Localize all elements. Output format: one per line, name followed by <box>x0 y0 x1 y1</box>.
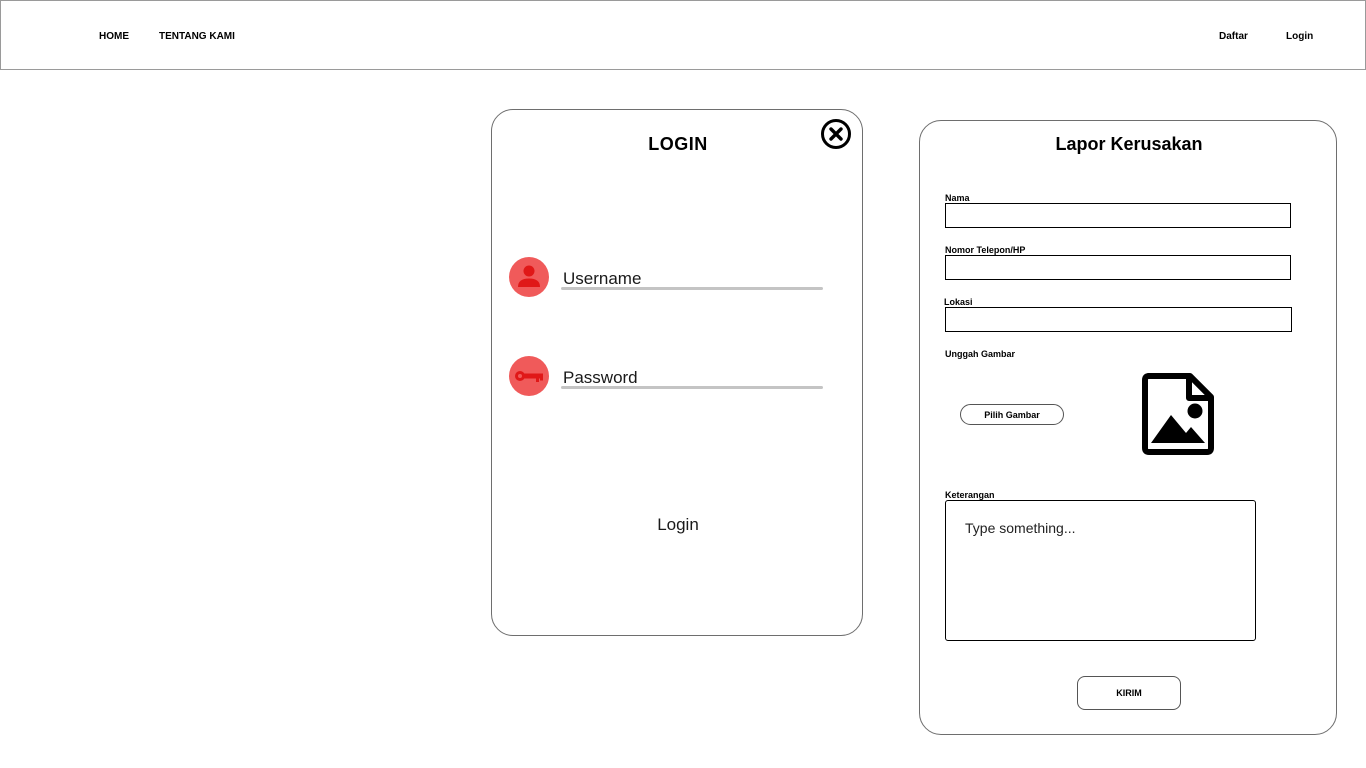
nav-register-link[interactable]: Daftar <box>1219 31 1248 42</box>
nav-about-link[interactable]: TENTANG KAMI <box>159 31 235 42</box>
close-button[interactable] <box>820 118 852 150</box>
close-icon <box>821 119 851 149</box>
submit-report-button[interactable]: KIRIM <box>1077 676 1181 710</box>
user-icon <box>509 257 549 297</box>
phone-field[interactable] <box>945 255 1291 280</box>
location-field[interactable] <box>945 307 1292 332</box>
name-field[interactable] <box>945 203 1291 228</box>
damage-report-form: Lapor Kerusakan Nama Nomor Telepon/HP Lo… <box>919 120 1337 735</box>
password-row <box>509 356 829 398</box>
phone-label: Nomor Telepon/HP <box>945 245 1026 255</box>
report-title: Lapor Kerusakan <box>1055 134 1203 154</box>
login-dialog: LOGIN Username Login <box>491 109 863 636</box>
name-label: Nama <box>945 193 970 203</box>
pick-image-button[interactable]: Pilih Gambar <box>960 404 1064 425</box>
login-title: LOGIN <box>648 134 708 154</box>
username-underline <box>561 287 823 290</box>
top-navbar: HOME TENTANG KAMI Daftar Login <box>0 0 1366 70</box>
page: HOME TENTANG KAMI Daftar Login LOGIN Use… <box>0 0 1366 768</box>
nav-login-link[interactable]: Login <box>1286 31 1313 42</box>
image-file-icon <box>1142 373 1214 455</box>
notes-textarea[interactable] <box>945 500 1256 641</box>
nav-home-link[interactable]: HOME <box>99 31 129 42</box>
key-icon <box>509 356 549 396</box>
upload-label: Unggah Gambar <box>945 349 1016 359</box>
location-label: Lokasi <box>944 297 973 307</box>
login-submit-button[interactable]: Login <box>628 510 728 540</box>
notes-label: Keterangan <box>945 490 995 500</box>
password-underline <box>561 386 823 389</box>
username-row <box>509 257 829 299</box>
